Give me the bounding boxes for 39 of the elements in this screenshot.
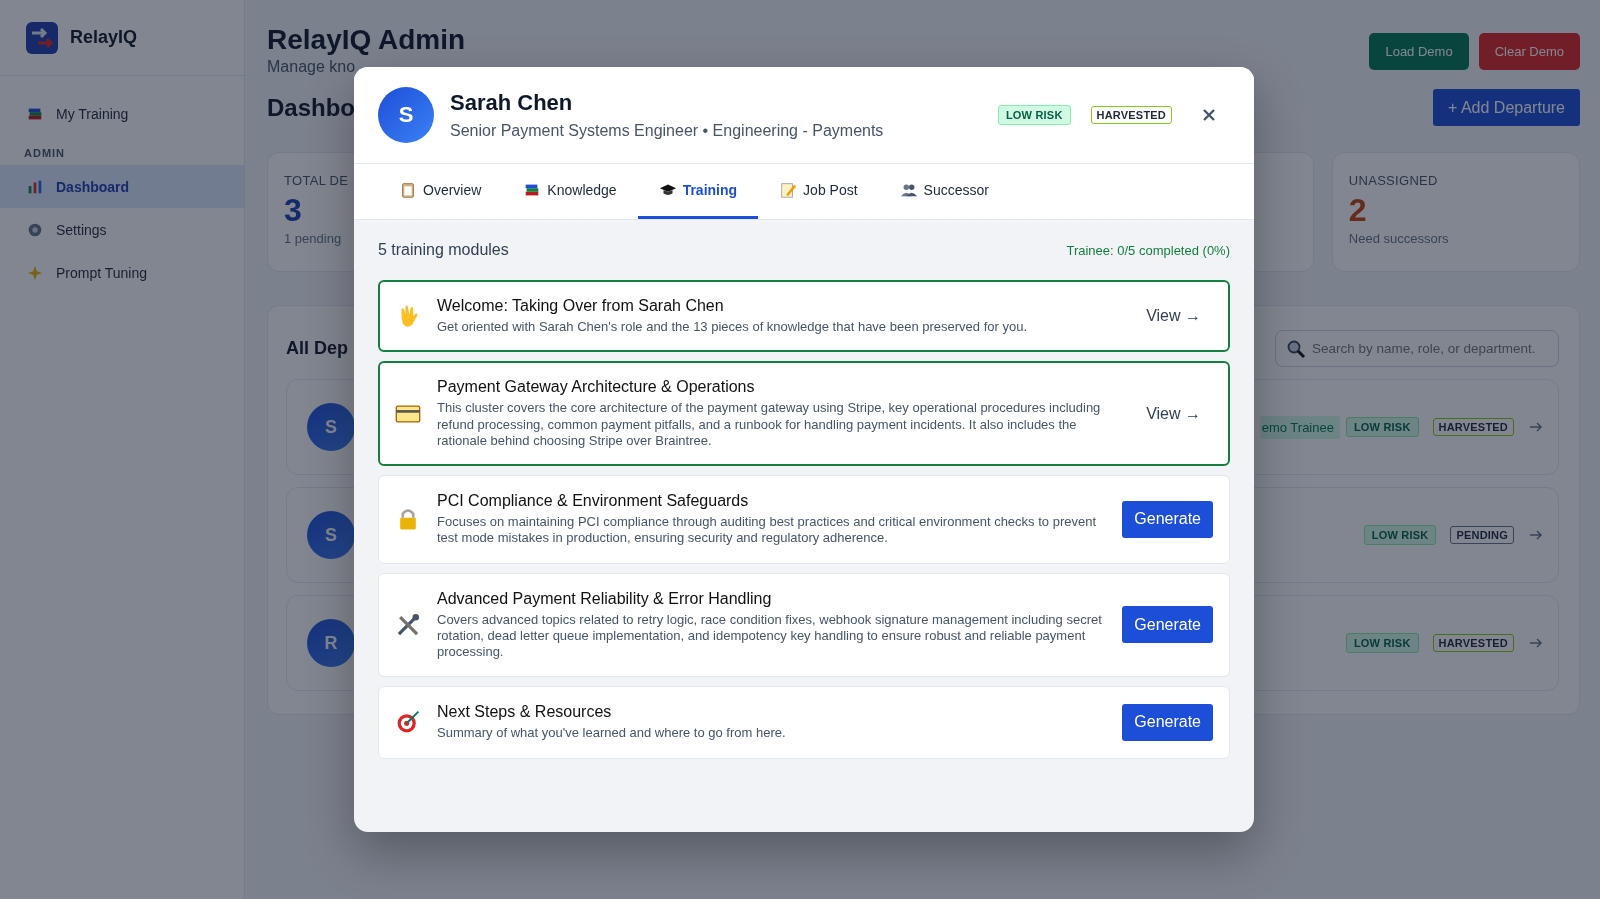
status-badge: HARVESTED bbox=[1090, 106, 1172, 124]
avatar: S bbox=[307, 511, 355, 559]
status-badge: PENDING bbox=[1450, 526, 1514, 544]
stat-note: 1 pending bbox=[284, 231, 343, 246]
status-badge: HARVESTED bbox=[1432, 634, 1514, 652]
avatar: S bbox=[307, 403, 355, 451]
status-badge: LOW RISK bbox=[1363, 525, 1437, 545]
status-badge: LOW RISK bbox=[997, 105, 1071, 125]
status-badge: LOW RISK bbox=[1345, 417, 1419, 437]
module-title: Payment Gateway Architecture & Operations bbox=[437, 378, 756, 397]
avatar: S bbox=[378, 87, 434, 143]
progress-text: Trainee: 0/5 completed (0%) bbox=[1066, 242, 1230, 258]
stat-label: UNASSIGNED bbox=[1348, 173, 1439, 188]
module-description: Get oriented with Sarah Chen's role and the 13 pieces of knowledge that have been preserved for you. bbox=[437, 319, 1029, 336]
person-name: Sarah Chen bbox=[450, 90, 574, 116]
status-badge: HARVESTED bbox=[1432, 418, 1514, 436]
avatar: R bbox=[307, 619, 355, 667]
module-title: Next Steps & Resources bbox=[437, 703, 613, 722]
page-subtitle: Manage kno bbox=[267, 58, 357, 76]
module-description: Covers advanced topics related to retry logic, race condition fixes, webhook signature management including secret rotation, dead letter queue implementation, and idempotency key handling to ensure robust and reliable payment processing. bbox=[437, 611, 1103, 661]
panel-title: All Dep bbox=[286, 338, 348, 359]
module-title: Advanced Payment Reliability & Error Handling bbox=[437, 589, 773, 608]
stat-note: Need successors bbox=[1348, 231, 1450, 246]
stat-label: TOTAL DE bbox=[284, 173, 350, 188]
module-description: Summary of what you've learned and where to go from here. bbox=[437, 725, 787, 742]
person-role: Senior Payment Systems Engineer • Engineering - Payments bbox=[450, 122, 885, 140]
brand-name: RelayIQ bbox=[70, 27, 138, 48]
module-title: PCI Compliance & Environment Safeguards bbox=[437, 492, 750, 510]
section-label: ADMIN bbox=[23, 146, 67, 161]
module-title: Welcome: Taking Over from Sarah Chen bbox=[437, 297, 725, 315]
status-badge: LOW RISK bbox=[1345, 633, 1419, 653]
module-description: Focuses on maintaining PCI compliance through auditing best practices and critical environment checks to prevent test mode mistakes in production, ensuring security and regulatory adherence. bbox=[437, 514, 1097, 547]
stat-value: 3 bbox=[284, 192, 303, 229]
stat-value: 2 bbox=[1348, 192, 1368, 229]
status-badge: emo Trainee bbox=[1259, 415, 1340, 439]
module-count: 5 training modules bbox=[378, 241, 509, 259]
section-title: Dashbo bbox=[267, 93, 355, 122]
page-title: RelayIQ Admin bbox=[267, 24, 466, 56]
module-description: This cluster covers the core architecture of the payment gateway using Stripe, key operational procedures including refund processing, common payment pitfalls, and a runbook for handling payment incidents. It also includes the rationale behind choosing Stripe over Braintree. bbox=[437, 400, 1102, 449]
